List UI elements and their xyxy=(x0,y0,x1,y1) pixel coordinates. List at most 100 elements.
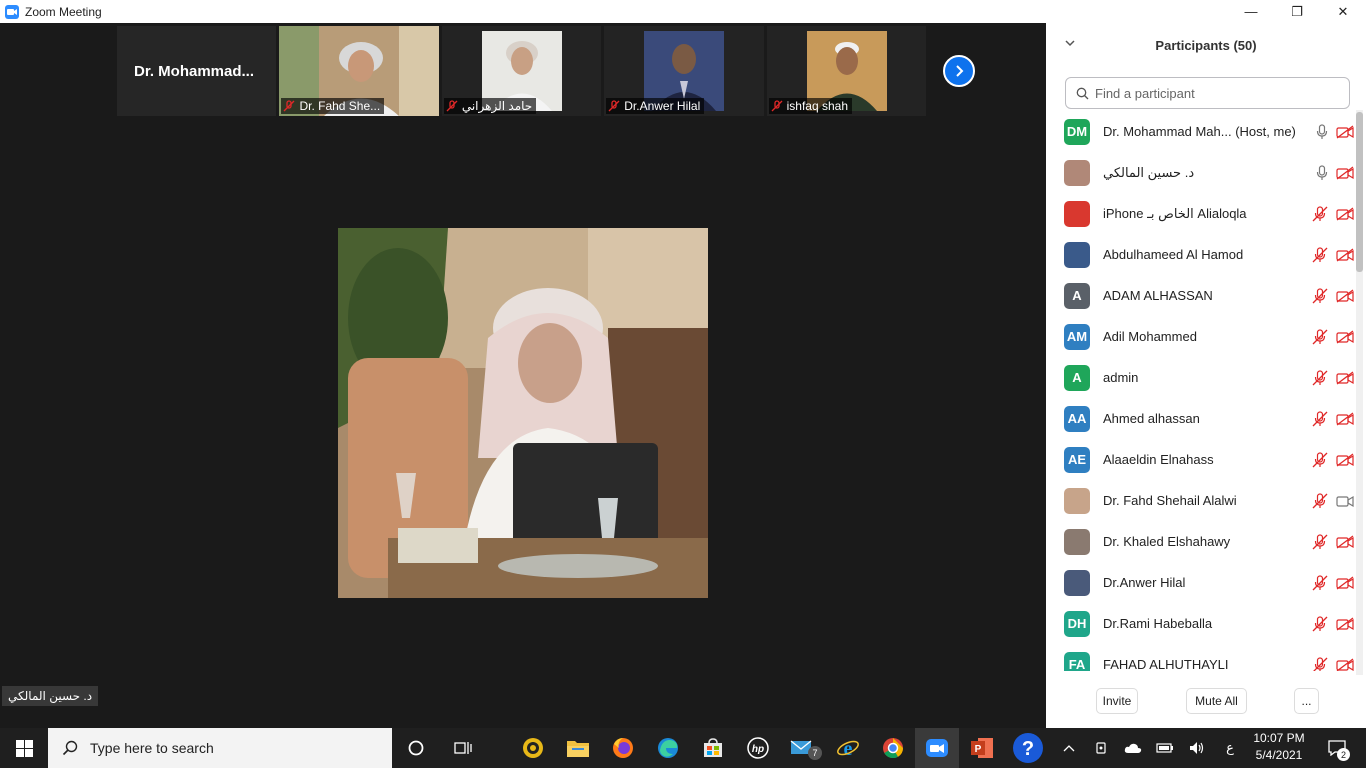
muted-mic-icon[interactable] xyxy=(1312,615,1328,632)
video-off-icon[interactable] xyxy=(1336,616,1354,631)
cortana-icon[interactable] xyxy=(394,728,438,768)
participant-row[interactable]: AE Alaaeldin Elnahass xyxy=(1046,439,1356,480)
mail-icon[interactable]: 7 xyxy=(781,728,825,768)
edge-icon[interactable] xyxy=(646,728,690,768)
video-tile[interactable]: Dr. Fahd She... xyxy=(279,26,439,116)
tile-label: Dr. Fahd She... xyxy=(299,99,381,113)
chevron-down-icon[interactable] xyxy=(1064,37,1076,49)
muted-mic-icon[interactable] xyxy=(1312,574,1328,591)
video-off-icon[interactable] xyxy=(1336,165,1354,180)
participant-row[interactable]: AM Adil Mohammed xyxy=(1046,316,1356,357)
help-icon[interactable]: ? xyxy=(1006,728,1050,768)
muted-mic-icon xyxy=(446,100,458,112)
participant-row[interactable]: Dr.Anwer Hilal xyxy=(1046,562,1356,603)
muted-mic-icon[interactable] xyxy=(1312,205,1328,222)
zoom-taskbar-icon[interactable] xyxy=(915,728,959,768)
video-off-icon[interactable] xyxy=(1336,657,1354,672)
mic-icon[interactable] xyxy=(1316,123,1328,140)
minimize-button[interactable]: — xyxy=(1228,0,1274,23)
battery-icon[interactable] xyxy=(1154,728,1176,768)
mute-all-button[interactable]: Mute All xyxy=(1186,688,1247,714)
participant-row[interactable]: Dr. Fahd Shehail Alalwi xyxy=(1046,480,1356,521)
next-page-button[interactable] xyxy=(943,55,975,87)
participant-row[interactable]: DH Dr.Rami Habeballa xyxy=(1046,603,1356,644)
avatar: FA xyxy=(1064,651,1090,671)
device-icon[interactable] xyxy=(1090,728,1112,768)
muted-mic-icon[interactable] xyxy=(1312,328,1328,345)
participant-row[interactable]: iPhone الخاص بـ Alialoqla xyxy=(1046,193,1356,234)
video-strip: Dr. Mohammad... Dr. Fahd She... حامد الز… xyxy=(117,26,929,116)
clock-time: 10:07 PM xyxy=(1253,731,1305,745)
tile-label: Dr.Anwer Hilal xyxy=(624,99,701,113)
volume-icon[interactable] xyxy=(1186,728,1208,768)
input-language[interactable]: ع xyxy=(1220,728,1240,768)
video-off-icon[interactable] xyxy=(1336,206,1354,221)
close-button[interactable]: ✕ xyxy=(1320,0,1366,23)
avatar: AE xyxy=(1064,446,1090,473)
internet-explorer-icon[interactable]: e xyxy=(826,728,870,768)
task-view-icon[interactable] xyxy=(441,728,485,768)
muted-mic-icon[interactable] xyxy=(1312,492,1328,509)
participant-name: iPhone الخاص بـ Alialoqla xyxy=(1103,205,1247,221)
hp-icon[interactable]: hp xyxy=(736,728,780,768)
muted-mic-icon[interactable] xyxy=(1312,410,1328,427)
firefox-icon[interactable] xyxy=(601,728,645,768)
show-hidden-icons-icon[interactable] xyxy=(1058,728,1080,768)
participant-name: Dr.Anwer Hilal xyxy=(1103,575,1186,590)
participant-row[interactable]: AA Ahmed alhassan xyxy=(1046,398,1356,439)
video-off-icon[interactable] xyxy=(1336,247,1354,262)
video-off-icon[interactable] xyxy=(1336,575,1354,590)
microsoft-store-icon[interactable] xyxy=(691,728,735,768)
video-off-icon[interactable] xyxy=(1336,329,1354,344)
video-tile[interactable]: حامد الزهراني xyxy=(441,26,602,116)
muted-mic-icon[interactable] xyxy=(1312,533,1328,550)
muted-mic-icon[interactable] xyxy=(1312,246,1328,263)
participant-row[interactable]: FA FAHAD ALHUTHAYLI xyxy=(1046,644,1356,671)
participant-row[interactable]: DM Dr. Mohammad Mah... (Host, me) xyxy=(1046,111,1356,152)
participant-name: Dr. Fahd Shehail Alalwi xyxy=(1103,493,1237,508)
mic-icon[interactable] xyxy=(1316,164,1328,181)
taskbar-clock[interactable]: 10:07 PM 5/4/2021 xyxy=(1248,730,1310,764)
muted-mic-icon[interactable] xyxy=(1312,656,1328,672)
participant-name: Adil Mohammed xyxy=(1103,329,1197,344)
video-off-icon[interactable] xyxy=(1336,534,1354,549)
notification-center-icon[interactable]: 2 xyxy=(1322,728,1352,768)
title-bar: Zoom Meeting — ❐ ✕ xyxy=(0,0,1366,23)
video-tile[interactable]: ishfaq shah xyxy=(766,26,927,116)
muted-mic-icon[interactable] xyxy=(1312,369,1328,386)
mail-badge: 7 xyxy=(808,746,822,760)
video-off-icon[interactable] xyxy=(1336,411,1354,426)
participant-row[interactable]: د. حسين المالكي xyxy=(1046,152,1356,193)
onedrive-icon[interactable] xyxy=(1122,728,1144,768)
participant-name: admin xyxy=(1103,370,1139,385)
file-explorer-icon[interactable] xyxy=(556,728,600,768)
participant-row[interactable]: Dr. Khaled Elshahawy xyxy=(1046,521,1356,562)
app-icon[interactable] xyxy=(511,728,555,768)
search-input[interactable] xyxy=(1095,85,1335,101)
video-tile-host[interactable]: Dr. Mohammad... xyxy=(117,26,277,116)
avatar xyxy=(1064,200,1090,227)
powerpoint-icon[interactable]: P xyxy=(960,728,1004,768)
video-off-icon[interactable] xyxy=(1336,124,1354,139)
more-options-button[interactable]: ... xyxy=(1294,688,1319,714)
restore-button[interactable]: ❐ xyxy=(1274,0,1320,23)
start-button[interactable] xyxy=(0,728,48,768)
chrome-icon[interactable] xyxy=(871,728,915,768)
participant-row[interactable]: Aadmin xyxy=(1046,357,1356,398)
chevron-right-icon xyxy=(956,65,964,77)
scrollbar-thumb[interactable] xyxy=(1356,112,1363,272)
muted-mic-icon[interactable] xyxy=(1312,287,1328,304)
video-off-icon[interactable] xyxy=(1336,288,1354,303)
video-off-icon[interactable] xyxy=(1336,452,1354,467)
video-on-icon[interactable] xyxy=(1336,494,1354,508)
muted-mic-icon[interactable] xyxy=(1312,451,1328,468)
taskbar-search[interactable]: Type here to search xyxy=(48,728,392,768)
participant-search[interactable] xyxy=(1065,77,1350,109)
video-tile[interactable]: Dr.Anwer Hilal xyxy=(604,26,764,116)
invite-button[interactable]: Invite xyxy=(1096,688,1138,714)
participant-row[interactable]: Abdulhameed Al Hamod xyxy=(1046,234,1356,275)
participant-name: Dr. Khaled Elshahawy xyxy=(1103,534,1231,549)
video-off-icon[interactable] xyxy=(1336,370,1354,385)
participant-row[interactable]: A ADAM ALHASSAN xyxy=(1046,275,1356,316)
tile-label: ishfaq shah xyxy=(786,99,849,113)
